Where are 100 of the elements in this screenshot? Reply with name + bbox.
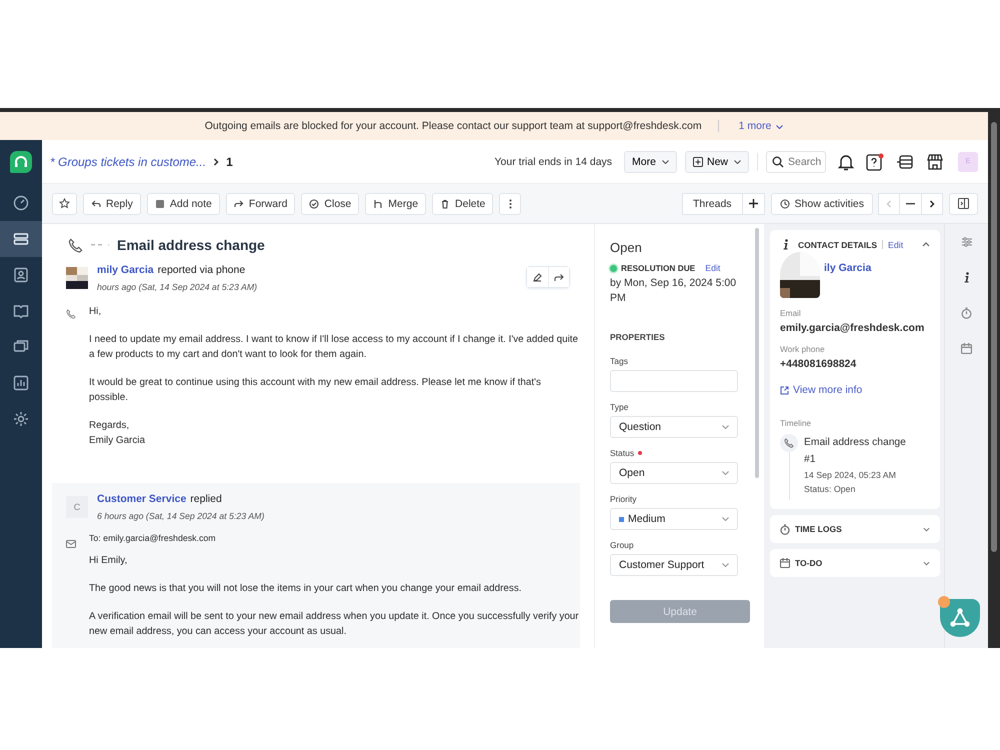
threads-button[interactable]: Threads [682,192,743,214]
new-button[interactable]: New [684,150,749,172]
chevron-left-icon [886,200,892,208]
toolbar-button[interactable]: Reply [83,192,141,214]
caret-icon [662,160,669,164]
field-label: Tags [610,356,628,366]
caret-icon [776,125,784,129]
author-link[interactable]: Customer Service [97,493,186,505]
tray-icon[interactable] [896,154,914,170]
dropdown[interactable]: Open [610,462,738,484]
ellipsis-button[interactable] [899,192,922,214]
caret-icon [722,471,729,475]
dash-icon [91,244,109,246]
pencil-icon [533,272,542,282]
edit-button[interactable] [527,267,548,287]
help-icon[interactable] [866,152,884,170]
edit-link[interactable]: Edit [888,240,904,250]
timestamp: 6 hours ago (Sat, 14 Sep 2024 at 5:23 AM) [97,511,266,521]
field-label: Priority [610,494,636,504]
timeline-label: Timeline [780,418,812,428]
avatar: C [66,496,88,518]
panel-icon [958,198,969,209]
field-label: Email [780,308,802,318]
caret-icon [722,563,729,567]
show-activities-button[interactable]: Show activities [770,192,873,214]
due-date: by Mon, Sep 16, 2024 5:00 PM [610,276,738,306]
store-icon[interactable] [926,152,944,170]
collapse-icon[interactable] [922,242,930,247]
author-link[interactable]: mily Garcia [97,264,154,276]
envelope-icon [66,540,76,548]
bell-icon[interactable] [838,152,854,170]
toolbar-button[interactable]: Forward [226,192,296,214]
panel-toggle-button[interactable] [949,192,978,214]
network-icon [950,608,970,628]
ticket-status: Open [610,240,643,255]
message-paragraph: A verification email will be sent to your new email address when you update it. Once you successfully verify your new email address, you can access your account as usual. [89,610,580,639]
sla-label: RESOLUTION DUE [621,263,696,273]
field-label: Status [610,448,634,458]
stopwatch-icon [780,524,790,534]
trial-notice: Your trial ends in 14 days [494,156,612,168]
ticket-number: #1 [804,453,816,467]
merge-icon [373,198,384,208]
phone-icon [66,309,76,319]
field-label: Group [610,540,634,550]
dropdown[interactable]: Question [610,416,738,438]
caret-icon [722,517,729,521]
next-button[interactable] [921,192,943,214]
plus-button[interactable] [742,192,765,214]
caret-icon [734,160,741,164]
card-title: CONTACT DETAILS [798,240,878,250]
headset-logo-icon[interactable] [10,151,32,173]
collapsible-section[interactable]: TO-DO [770,549,940,577]
toolbar-button[interactable]: Add note [146,192,220,214]
stopwatch-icon[interactable] [961,307,972,319]
timeline-time: 14 Sep 2024, 05:23 AM [804,469,897,482]
field-label: Type [610,402,628,412]
filter-icon[interactable] [960,236,972,248]
chevron-right-icon [929,200,935,208]
check-circle-icon [309,198,320,208]
clock-icon [780,198,790,208]
calendar-icon [780,558,790,568]
info-icon[interactable] [962,272,970,283]
message-action: replied [190,493,222,505]
toolbar-button[interactable]: Close [301,192,360,214]
star-button[interactable] [52,192,77,214]
caret-icon [722,425,729,429]
kebab-icon [508,198,512,208]
timeline-title: Email address change [804,436,906,450]
message-action: reported via phone [158,264,246,276]
contact-name-link[interactable]: ily Garcia [824,262,872,274]
banner-message: Outgoing emails are blocked for your account. Please contact our support team at support@freshdesk.com [204,120,702,132]
external-link-icon [780,386,789,394]
ticket-list-icon[interactable] [0,221,42,257]
more-button[interactable]: More [624,150,677,172]
message-paragraph: Regards, Emily Garcia [89,419,146,448]
search-field[interactable]: Search [766,150,826,172]
edit-link[interactable]: Edit [705,263,720,273]
tags-field[interactable] [610,370,738,392]
trash-icon [440,198,450,208]
timeline-status: Status: Open [804,483,856,496]
reply-icon [91,198,101,208]
toolbar-button[interactable]: Merge [365,192,426,214]
toolbar-button[interactable]: Delete [432,192,494,214]
breadcrumb-link[interactable]: * Groups tickets in custome... [50,154,206,168]
star-icon [59,198,70,209]
message-paragraph: I need to update my email address. I want to know if I'll lose access to my account if I change it. I've added quite a few products to my cart and don't want to look for them again. [89,333,580,362]
forward-icon [234,198,244,208]
collapsible-section[interactable]: TIME LOGS [770,515,940,543]
field-label: Work phone [780,344,826,354]
dropdown[interactable]: Medium [610,508,738,530]
forward-button[interactable] [548,267,569,287]
field-value: emily.garcia@freshdesk.com [780,322,926,334]
status-dot-icon [610,264,617,272]
view-more-link[interactable]: View more info [780,384,930,396]
dropdown[interactable]: Customer Support [610,554,738,576]
more-notices-link[interactable]: 1 more [728,120,784,132]
calendar-icon[interactable] [961,343,972,354]
note-icon [154,198,165,208]
message-paragraph: The good news is that you will not lose the items in your cart when you change your email address. [89,582,523,596]
ticket-number: 1 [226,154,233,168]
